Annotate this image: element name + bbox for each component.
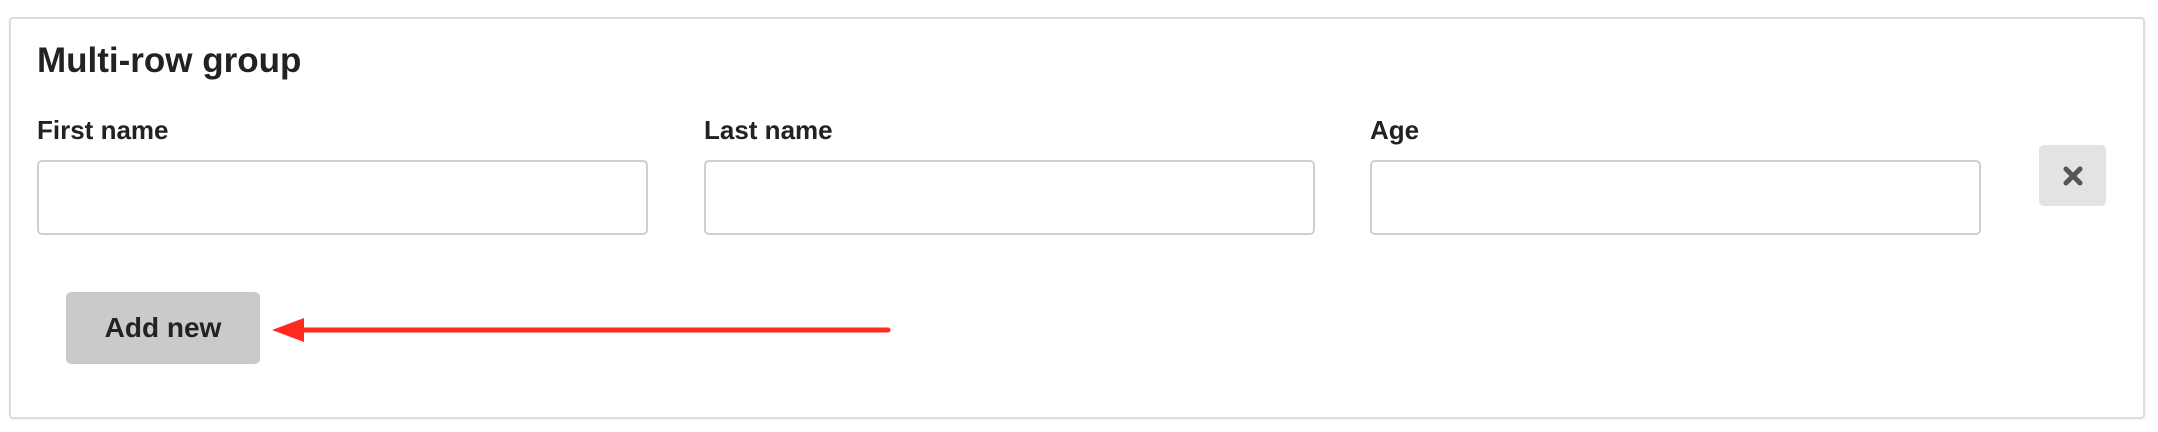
remove-row-button[interactable]: [2039, 145, 2106, 206]
group-title: Multi-row group: [37, 41, 302, 80]
annotation-arrow: [272, 318, 891, 342]
last-name-label: Last name: [704, 115, 833, 145]
age-label: Age: [1370, 115, 1420, 145]
last-name-input[interactable]: [704, 160, 1315, 235]
first-name-label: First name: [37, 115, 169, 145]
age-input[interactable]: [1370, 160, 1981, 235]
add-new-button[interactable]: Add new: [66, 292, 260, 364]
close-icon: [2063, 166, 2083, 186]
first-name-input[interactable]: [37, 160, 648, 235]
